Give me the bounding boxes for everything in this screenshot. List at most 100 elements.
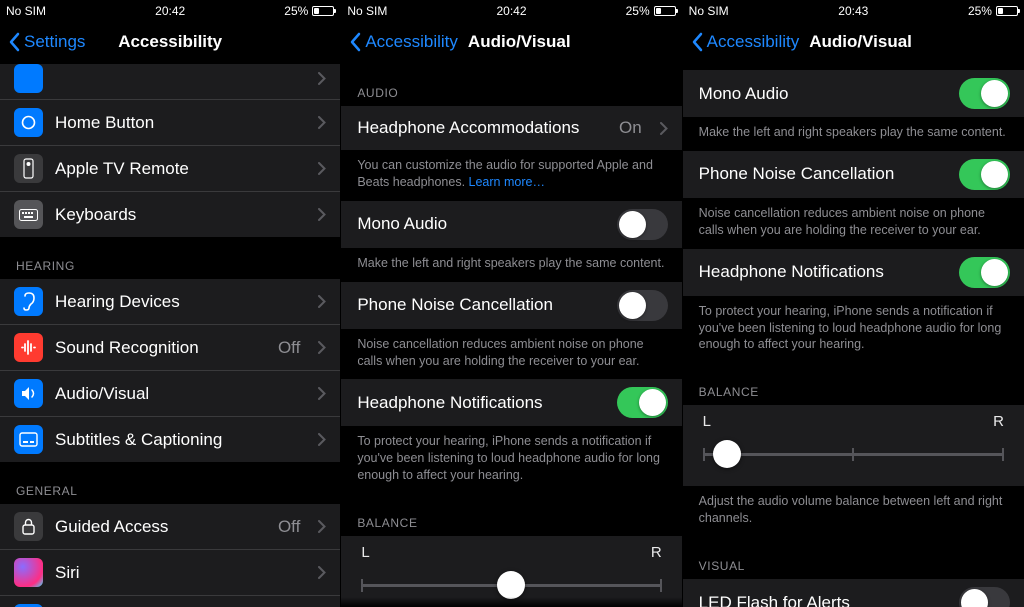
row-guided-access[interactable]: Guided Access Off xyxy=(0,504,340,550)
row-mono-audio: Mono Audio xyxy=(341,201,681,248)
row-label: Phone Noise Cancellation xyxy=(699,164,947,184)
home-button-icon xyxy=(14,108,43,137)
status-carrier: No SIM xyxy=(689,4,729,18)
row-label: Hearing Devices xyxy=(55,292,300,312)
row-label: Headphone Notifications xyxy=(699,262,947,282)
chevron-left-icon xyxy=(349,32,361,52)
headphone-notifications-toggle[interactable] xyxy=(617,387,668,418)
balance-slider[interactable] xyxy=(361,571,661,599)
row-value: On xyxy=(619,118,642,138)
status-battery-pct: 25% xyxy=(968,4,992,18)
footer-noise: Noise cancellation reduces ambient noise… xyxy=(683,198,1024,249)
chevron-right-icon xyxy=(318,520,326,533)
battery-icon xyxy=(312,6,334,16)
section-header-audio: AUDIO xyxy=(341,64,681,106)
chevron-right-icon xyxy=(318,295,326,308)
screen-audio-visual-2: No SIM 20:43 25% Accessibility Audio/Vis… xyxy=(683,0,1024,607)
balance-slider-container: L R xyxy=(341,536,681,607)
row-label: Keyboards xyxy=(55,205,300,225)
chevron-right-icon xyxy=(318,162,326,175)
back-button[interactable]: Accessibility xyxy=(349,32,458,52)
status-battery-pct: 25% xyxy=(626,4,650,18)
section-header-hearing: HEARING xyxy=(0,237,340,279)
chevron-right-icon xyxy=(660,122,668,135)
footer-hp-accom: You can customize the audio for supporte… xyxy=(341,150,681,201)
row-label: Phone Noise Cancellation xyxy=(357,295,604,315)
chevron-right-icon xyxy=(318,566,326,579)
keyboard-icon xyxy=(14,200,43,229)
learn-more-link[interactable]: Learn more… xyxy=(469,175,545,189)
balance-label-r: R xyxy=(993,413,1004,430)
led-flash-toggle[interactable] xyxy=(959,587,1010,607)
screen-audio-visual-1: No SIM 20:42 25% Accessibility Audio/Vis… xyxy=(341,0,682,607)
back-label: Accessibility xyxy=(707,32,800,52)
row-label: Sound Recognition xyxy=(55,338,266,358)
row-label: Subtitles & Captioning xyxy=(55,430,300,450)
row-subtitles-captioning[interactable]: Subtitles & Captioning xyxy=(0,417,340,462)
headphone-notifications-toggle[interactable] xyxy=(959,257,1010,288)
row-phone-noise-cancellation: Phone Noise Cancellation xyxy=(683,151,1024,198)
status-carrier: No SIM xyxy=(347,4,387,18)
nav-bar: Accessibility Audio/Visual xyxy=(683,20,1024,64)
section-header-visual: VISUAL xyxy=(683,537,1024,579)
back-label: Settings xyxy=(24,32,85,52)
section-header-balance: BALANCE xyxy=(341,494,681,536)
back-button[interactable]: Settings xyxy=(8,32,85,52)
chevron-right-icon xyxy=(318,433,326,446)
row-siri[interactable]: Siri xyxy=(0,550,340,596)
back-label: Accessibility xyxy=(365,32,458,52)
section-header-balance: BALANCE xyxy=(683,363,1024,405)
chevron-left-icon xyxy=(8,32,20,52)
row-home-button[interactable]: Home Button xyxy=(0,100,340,146)
row-headphone-notifications: Headphone Notifications xyxy=(341,379,681,426)
footer-mono: Make the left and right speakers play th… xyxy=(341,248,681,282)
chevron-right-icon xyxy=(318,116,326,129)
balance-thumb[interactable] xyxy=(713,440,741,468)
status-battery-pct: 25% xyxy=(284,4,308,18)
row-label: Headphone Notifications xyxy=(357,393,604,413)
row-sound-recognition[interactable]: Sound Recognition Off xyxy=(0,325,340,371)
row-value: Off xyxy=(278,338,300,358)
mono-audio-toggle[interactable] xyxy=(959,78,1010,109)
row-value: Off xyxy=(278,517,300,537)
back-button[interactable]: Accessibility xyxy=(691,32,800,52)
chevron-right-icon xyxy=(318,72,326,85)
row-accessibility-shortcut[interactable]: Accessibility Shortcut Off xyxy=(0,596,340,607)
chevron-right-icon xyxy=(318,341,326,354)
list-row[interactable] xyxy=(0,64,340,100)
row-headphone-accommodations[interactable]: Headphone Accommodations On xyxy=(341,106,681,150)
row-label: Siri xyxy=(55,563,300,583)
row-label: Mono Audio xyxy=(357,214,604,234)
row-keyboards[interactable]: Keyboards xyxy=(0,192,340,237)
status-bar: No SIM 20:42 25% xyxy=(341,0,681,20)
balance-thumb[interactable] xyxy=(497,571,525,599)
battery-icon xyxy=(996,6,1018,16)
row-label: Mono Audio xyxy=(699,84,947,104)
status-bar: No SIM 20:43 25% xyxy=(683,0,1024,20)
noise-cancellation-toggle[interactable] xyxy=(959,159,1010,190)
footer-noise: Noise cancellation reduces ambient noise… xyxy=(341,329,681,380)
row-hearing-devices[interactable]: Hearing Devices xyxy=(0,279,340,325)
footer-hpnotif: To protect your hearing, iPhone sends a … xyxy=(683,296,1024,364)
row-audio-visual[interactable]: Audio/Visual xyxy=(0,371,340,417)
screen-accessibility: No SIM 20:42 25% Settings Accessibility xyxy=(0,0,341,607)
subtitles-icon xyxy=(14,425,43,454)
noise-cancellation-toggle[interactable] xyxy=(617,290,668,321)
ear-icon xyxy=(14,287,43,316)
status-carrier: No SIM xyxy=(6,4,46,18)
row-label: Home Button xyxy=(55,113,300,133)
balance-label-r: R xyxy=(651,544,662,561)
row-apple-tv-remote[interactable]: Apple TV Remote xyxy=(0,146,340,192)
nav-title: Audio/Visual xyxy=(468,32,571,52)
mono-audio-toggle[interactable] xyxy=(617,209,668,240)
balance-label-l: L xyxy=(703,413,711,430)
row-label: LED Flash for Alerts xyxy=(699,593,947,607)
nav-bar: Settings Accessibility xyxy=(0,20,340,64)
balance-slider[interactable] xyxy=(703,440,1004,468)
balance-label-l: L xyxy=(361,544,369,561)
switch-control-icon xyxy=(14,64,43,93)
footer-balance: Adjust the audio volume balance between … xyxy=(683,486,1024,537)
balance-slider-container: L R xyxy=(683,405,1024,486)
speaker-icon xyxy=(14,379,43,408)
nav-bar: Accessibility Audio/Visual xyxy=(341,20,681,64)
